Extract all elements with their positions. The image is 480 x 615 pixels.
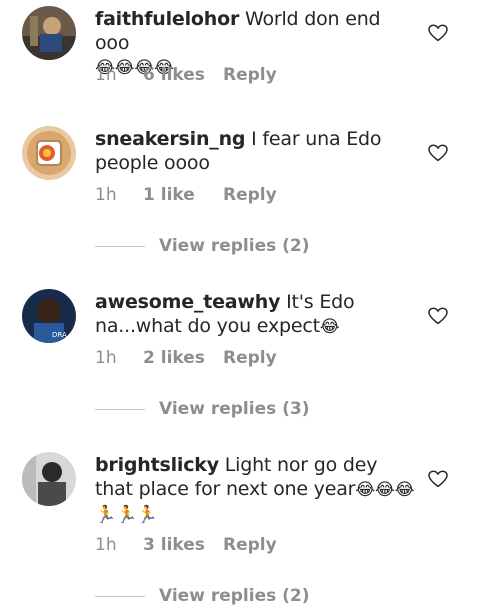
comment-meta: 1h 3 likes Reply xyxy=(95,535,277,555)
timestamp: 1h xyxy=(95,348,117,368)
view-replies[interactable]: View replies (2) xyxy=(95,236,310,256)
heart-outline-icon[interactable] xyxy=(428,144,448,162)
avatar[interactable] xyxy=(22,126,76,180)
likes-count[interactable]: 6 likes xyxy=(143,65,223,85)
heart-outline-icon[interactable] xyxy=(428,307,448,325)
emoji-text: 😂😂😂 xyxy=(355,480,415,500)
divider-line xyxy=(95,595,145,597)
username[interactable]: brightslicky xyxy=(95,454,219,476)
reply-button[interactable]: Reply xyxy=(223,348,277,368)
view-replies[interactable]: View replies (3) xyxy=(95,399,310,419)
timestamp: 1h xyxy=(95,535,117,555)
emoji-text: 😂 xyxy=(319,317,340,337)
comment-text: sneakersin_ng I fear una Edo people oooo xyxy=(95,127,415,175)
avatar[interactable] xyxy=(22,6,76,60)
heart-outline-icon[interactable] xyxy=(428,470,448,488)
avatar[interactable]: DRA xyxy=(22,289,76,343)
emoji-text: 🏃🏃🏃 xyxy=(95,505,158,525)
username[interactable]: awesome_teawhy xyxy=(95,291,280,313)
reply-button[interactable]: Reply xyxy=(223,185,277,205)
comment-meta: 1h 1 like Reply xyxy=(95,185,277,205)
timestamp: 1h xyxy=(95,185,117,205)
avatar[interactable] xyxy=(22,452,76,506)
view-replies-label[interactable]: View replies (3) xyxy=(159,399,310,419)
username[interactable]: sneakersin_ng xyxy=(95,128,246,150)
timestamp: 1h xyxy=(95,65,117,85)
likes-count[interactable]: 1 like xyxy=(143,185,223,205)
heart-outline-icon[interactable] xyxy=(428,24,448,42)
comment-meta: 1h 2 likes Reply xyxy=(95,348,277,368)
comment-meta: 1h 6 likes Reply xyxy=(95,65,277,85)
divider-line xyxy=(95,245,145,247)
view-replies-label[interactable]: View replies (2) xyxy=(159,586,310,606)
likes-count[interactable]: 2 likes xyxy=(143,348,223,368)
reply-button[interactable]: Reply xyxy=(223,65,277,85)
divider-line xyxy=(95,408,145,410)
svg-text:DRA: DRA xyxy=(52,331,67,339)
comment-text: awesome_teawhy It's Edo na...what do you… xyxy=(95,290,415,339)
reply-button[interactable]: Reply xyxy=(223,535,277,555)
username[interactable]: faithfulelohor xyxy=(95,8,239,30)
likes-count[interactable]: 3 likes xyxy=(143,535,223,555)
comment-text: brightslicky Light nor go dey that place… xyxy=(95,453,415,527)
view-replies[interactable]: View replies (2) xyxy=(95,586,310,606)
view-replies-label[interactable]: View replies (2) xyxy=(159,236,310,256)
